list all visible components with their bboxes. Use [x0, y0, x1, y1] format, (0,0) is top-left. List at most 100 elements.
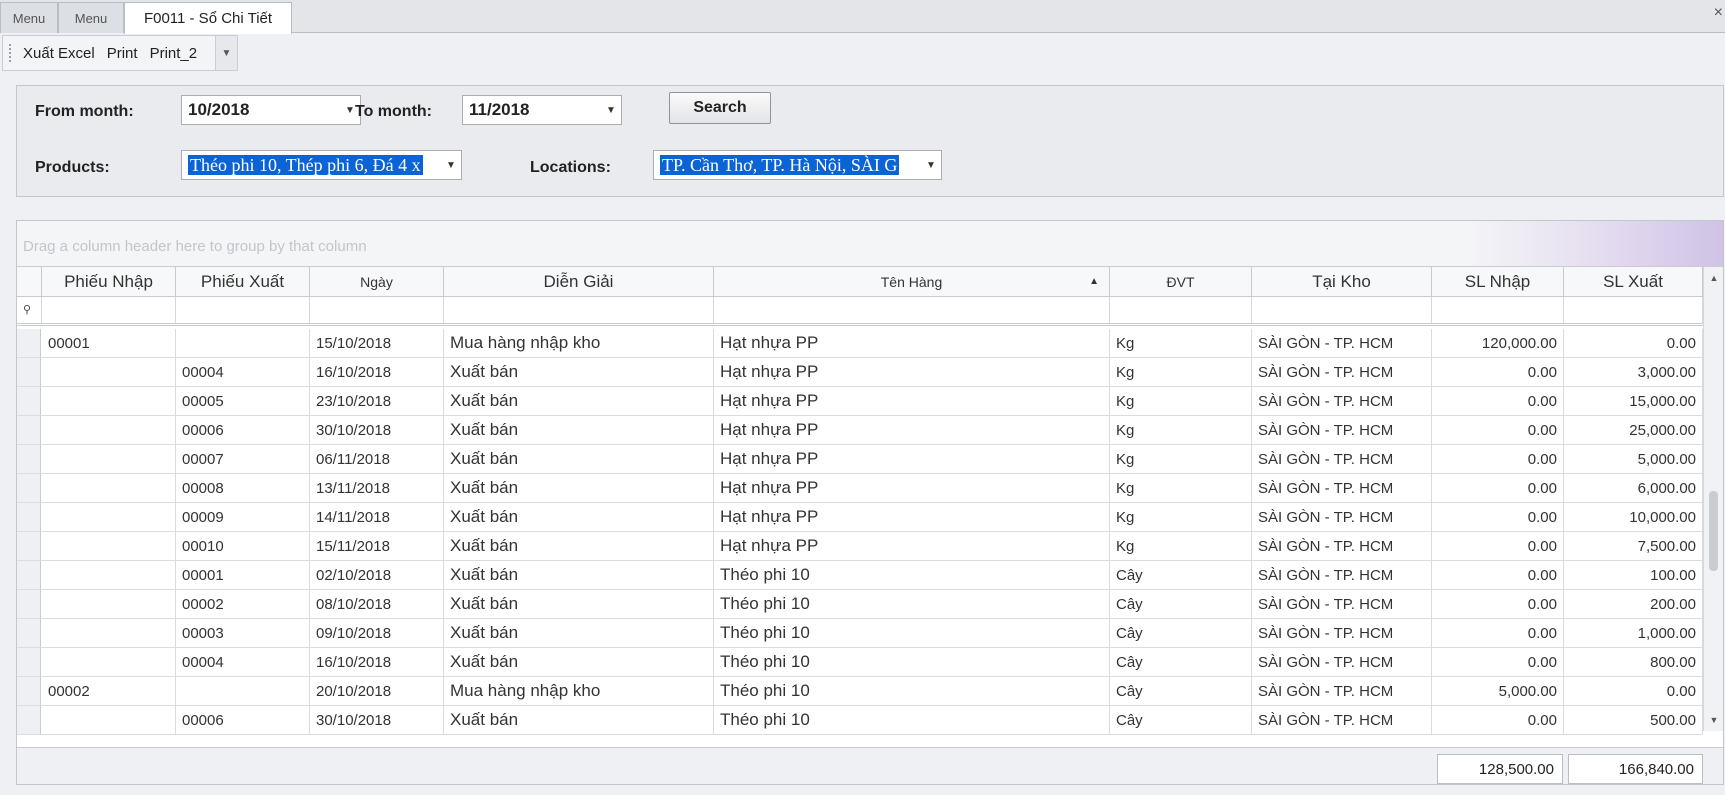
- cell-ngay[interactable]: 30/10/2018: [310, 706, 444, 734]
- table-row[interactable]: 00001 15/10/2018 Mua hàng nhập kho Hạt nhựa…: [17, 329, 1703, 358]
- cell-ten-hang[interactable]: Théo phi 10: [714, 619, 1110, 647]
- cell-sl-nhap[interactable]: 0.00: [1432, 474, 1564, 502]
- table-row[interactable]: 00004 16/10/2018 Xuất bán Hạt nhựa PP Kg SÀI …: [17, 358, 1703, 387]
- filter-cell[interactable]: [714, 297, 1110, 323]
- export-excel-button[interactable]: Xuất Excel: [23, 45, 95, 62]
- chevron-down-icon[interactable]: ▼: [441, 160, 461, 171]
- cell-dien-giai[interactable]: Xuất bán: [444, 445, 714, 473]
- header-phieu-nhap[interactable]: Phiếu Nhập: [42, 267, 176, 297]
- table-row[interactable]: 00007 06/11/2018 Xuất bán Hạt nhựa PP Kg SÀI …: [17, 445, 1703, 474]
- cell-phieu-xuat[interactable]: 00009: [176, 503, 310, 531]
- cell-phieu-xuat[interactable]: 00005: [176, 387, 310, 415]
- cell-phieu-nhap[interactable]: [42, 416, 176, 444]
- toolbar-dropdown-icon[interactable]: ▼: [215, 36, 237, 70]
- print-button[interactable]: Print: [107, 45, 138, 62]
- cell-ngay[interactable]: 14/11/2018: [310, 503, 444, 531]
- filter-cell[interactable]: [176, 297, 310, 323]
- cell-tai-kho[interactable]: SÀI GÒN - TP. HCM: [1252, 474, 1432, 502]
- row-indicator[interactable]: [17, 590, 41, 618]
- cell-phieu-xuat[interactable]: 00010: [176, 532, 310, 560]
- header-ten-hang[interactable]: Tên Hàng ▲: [714, 267, 1110, 297]
- cell-ngay[interactable]: 23/10/2018: [310, 387, 444, 415]
- chevron-down-icon[interactable]: ▼: [921, 160, 941, 171]
- scroll-down-icon[interactable]: ▼: [1704, 711, 1723, 729]
- products-select[interactable]: Théo phi 10, Thép phi 6, Đá 4 x ▼: [181, 150, 462, 180]
- cell-sl-xuat[interactable]: 10,000.00: [1564, 503, 1703, 531]
- cell-sl-xuat[interactable]: 5,000.00: [1564, 445, 1703, 473]
- row-indicator[interactable]: [17, 677, 41, 705]
- cell-ngay[interactable]: 09/10/2018: [310, 619, 444, 647]
- cell-tai-kho[interactable]: SÀI GÒN - TP. HCM: [1252, 619, 1432, 647]
- table-row[interactable]: 00005 23/10/2018 Xuất bán Hạt nhựa PP Kg SÀI …: [17, 387, 1703, 416]
- cell-phieu-nhap[interactable]: [42, 706, 176, 734]
- cell-sl-xuat[interactable]: 3,000.00: [1564, 358, 1703, 386]
- cell-sl-nhap[interactable]: 0.00: [1432, 387, 1564, 415]
- cell-sl-xuat[interactable]: 100.00: [1564, 561, 1703, 589]
- cell-ten-hang[interactable]: Théo phi 10: [714, 561, 1110, 589]
- cell-tai-kho[interactable]: SÀI GÒN - TP. HCM: [1252, 561, 1432, 589]
- group-by-panel[interactable]: Drag a column header here to group by th…: [17, 221, 1723, 267]
- row-indicator[interactable]: [17, 503, 41, 531]
- header-ngay[interactable]: Ngày: [310, 267, 444, 297]
- cell-sl-nhap[interactable]: 0.00: [1432, 619, 1564, 647]
- header-dien-giai[interactable]: Diễn Giải: [444, 267, 714, 297]
- filter-cell[interactable]: [310, 297, 444, 323]
- cell-ten-hang[interactable]: Hạt nhựa PP: [714, 387, 1110, 415]
- table-row[interactable]: 00001 02/10/2018 Xuất bán Théo phi 10 Cây SÀI…: [17, 561, 1703, 590]
- cell-phieu-xuat[interactable]: 00008: [176, 474, 310, 502]
- cell-ngay[interactable]: 02/10/2018: [310, 561, 444, 589]
- cell-tai-kho[interactable]: SÀI GÒN - TP. HCM: [1252, 648, 1432, 676]
- cell-dien-giai[interactable]: Xuất bán: [444, 706, 714, 734]
- table-row[interactable]: 00002 08/10/2018 Xuất bán Théo phi 10 Cây SÀI…: [17, 590, 1703, 619]
- header-phieu-xuat[interactable]: Phiếu Xuất: [176, 267, 310, 297]
- tab-so-chi-tiet[interactable]: F0011 - Sổ Chi Tiết: [124, 2, 292, 34]
- cell-sl-xuat[interactable]: 6,000.00: [1564, 474, 1703, 502]
- cell-ngay[interactable]: 16/10/2018: [310, 648, 444, 676]
- cell-dvt[interactable]: Kg: [1110, 416, 1252, 444]
- cell-phieu-nhap[interactable]: [42, 619, 176, 647]
- cell-dvt[interactable]: Cây: [1110, 619, 1252, 647]
- cell-phieu-nhap[interactable]: [42, 503, 176, 531]
- tab-menu-1[interactable]: Menu: [0, 2, 58, 33]
- cell-dien-giai[interactable]: Xuất bán: [444, 619, 714, 647]
- cell-tai-kho[interactable]: SÀI GÒN - TP. HCM: [1252, 387, 1432, 415]
- from-month-select[interactable]: 10/2018 ▼: [181, 95, 361, 125]
- row-indicator[interactable]: [17, 416, 41, 444]
- row-indicator[interactable]: [17, 706, 41, 734]
- cell-phieu-xuat[interactable]: 00001: [176, 561, 310, 589]
- cell-phieu-nhap[interactable]: [42, 590, 176, 618]
- cell-sl-nhap[interactable]: 0.00: [1432, 590, 1564, 618]
- table-row[interactable]: 00006 30/10/2018 Xuất bán Théo phi 10 Cây SÀI…: [17, 706, 1703, 735]
- cell-dvt[interactable]: Kg: [1110, 532, 1252, 560]
- cell-sl-xuat[interactable]: 0.00: [1564, 677, 1703, 705]
- cell-sl-nhap[interactable]: 0.00: [1432, 648, 1564, 676]
- cell-ngay[interactable]: 06/11/2018: [310, 445, 444, 473]
- cell-ngay[interactable]: 15/11/2018: [310, 532, 444, 560]
- cell-tai-kho[interactable]: SÀI GÒN - TP. HCM: [1252, 445, 1432, 473]
- cell-ten-hang[interactable]: Théo phi 10: [714, 706, 1110, 734]
- header-dvt[interactable]: ĐVT: [1110, 267, 1252, 297]
- cell-ngay[interactable]: 13/11/2018: [310, 474, 444, 502]
- cell-phieu-xuat[interactable]: 00006: [176, 706, 310, 734]
- cell-phieu-nhap[interactable]: 00001: [42, 329, 176, 357]
- table-row[interactable]: 00004 16/10/2018 Xuất bán Théo phi 10 Cây SÀI…: [17, 648, 1703, 677]
- cell-ten-hang[interactable]: Hạt nhựa PP: [714, 329, 1110, 357]
- cell-ngay[interactable]: 08/10/2018: [310, 590, 444, 618]
- chevron-down-icon[interactable]: ▼: [601, 105, 621, 116]
- search-button[interactable]: Search: [669, 92, 771, 124]
- cell-ten-hang[interactable]: Hạt nhựa PP: [714, 532, 1110, 560]
- row-indicator[interactable]: [17, 329, 41, 357]
- cell-tai-kho[interactable]: SÀI GÒN - TP. HCM: [1252, 677, 1432, 705]
- cell-dien-giai[interactable]: Xuất bán: [444, 503, 714, 531]
- cell-dien-giai[interactable]: Xuất bán: [444, 474, 714, 502]
- row-indicator[interactable]: [17, 445, 41, 473]
- cell-dien-giai[interactable]: Xuất bán: [444, 648, 714, 676]
- cell-sl-xuat[interactable]: 500.00: [1564, 706, 1703, 734]
- cell-dvt[interactable]: Kg: [1110, 445, 1252, 473]
- cell-sl-nhap[interactable]: 5,000.00: [1432, 677, 1564, 705]
- row-indicator[interactable]: [17, 532, 41, 560]
- scrollbar-thumb[interactable]: [1709, 491, 1718, 571]
- row-indicator[interactable]: [17, 648, 41, 676]
- cell-phieu-nhap[interactable]: 00002: [42, 677, 176, 705]
- filter-cell[interactable]: [1252, 297, 1432, 323]
